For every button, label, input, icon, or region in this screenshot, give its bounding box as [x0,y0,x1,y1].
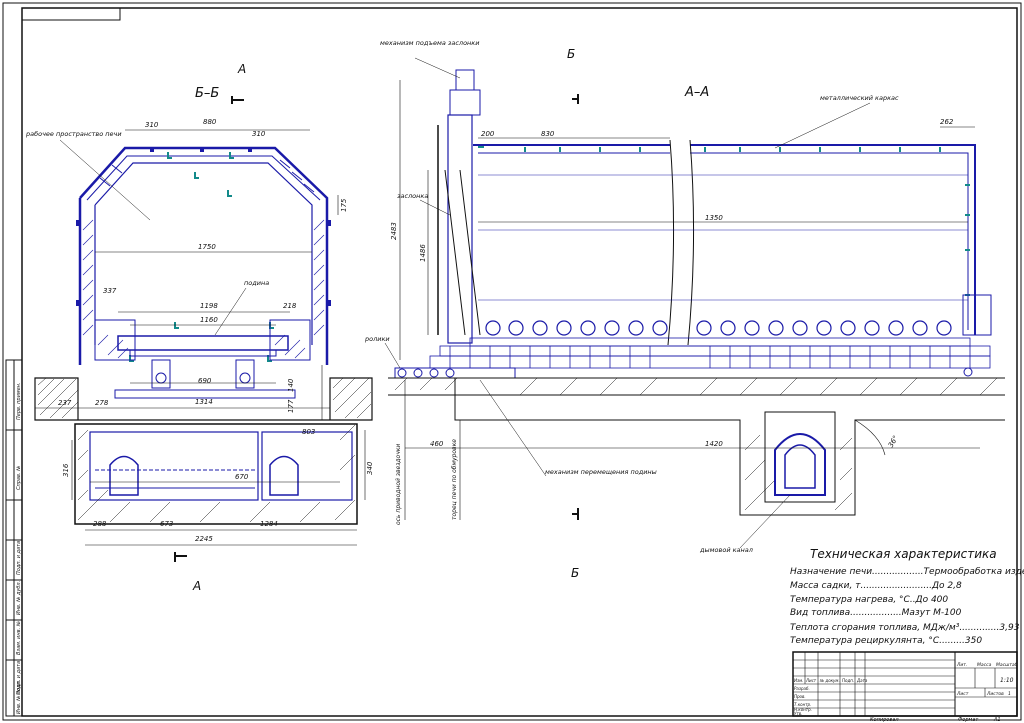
label-frame: металлический каркас [820,94,899,102]
stamp-row-2: Лист [805,678,817,683]
spec-title: Техническая характеристика [810,547,997,561]
label-axis1: ось приводной звездочки [395,444,402,525]
dim-1284: 1284 [260,520,278,528]
dim-288: 288 [93,520,107,528]
dim-690: 690 [198,377,212,385]
label-damper: заслонка [397,192,428,200]
dim-803: 803 [302,428,315,436]
stamp-col-lit: Лит. [956,662,967,668]
dim-177: 177 [287,399,295,413]
label-work-space: рабочее пространство печи [25,130,122,138]
dim-1198: 1198 [200,302,218,310]
dim-278: 278 [95,399,109,407]
side-label-4: Инв. № дубл. [16,581,22,615]
stamp-row-6: Разраб. [794,686,810,691]
stamp-copied: Копировал [870,717,899,723]
label-hearth: подина [244,279,269,287]
dim-337: 337 [103,287,117,295]
side-strip: Перв. примен. Справ. № Подп. и дата Инв.… [5,359,23,717]
stamp-row-7: Пров. [794,694,806,699]
label-move: механизм перемещения подины [545,468,657,476]
spec-row-3: Температура нагрева, °С..До 400 [790,595,948,605]
dim-1420: 1420 [705,440,723,448]
stamp-sheet: Лист [956,691,969,697]
dim-1160: 1160 [200,316,218,324]
dim-262: 262 [940,118,954,126]
dim-340: 340 [366,461,374,475]
spec-row-2: Масса садки, т.........................Д… [790,581,962,591]
dim-310-right: 310 [252,130,266,138]
section-b-b: Б–Б А А 310 880 310 175 1750 337 1198 21… [25,62,374,593]
spec-row-4: Вид топлива..................Мазут М-100 [790,608,962,618]
dim-1750: 1750 [198,243,216,251]
dim-673: 673 [160,520,173,528]
view-title-bb: Б–Б [195,86,219,101]
tech-spec: Техническая характеристика Назначение пе… [790,547,1024,646]
dim-1350: 1350 [705,214,723,222]
side-label-2: Справ. № [16,466,22,490]
stamp-row-10: Утв. [794,711,802,716]
dim-460: 460 [430,440,444,448]
side-label-3: Подп. и дата [16,541,22,575]
dim-237: 237 [58,399,72,407]
top-left-stamp [21,7,121,21]
dim-310-left: 310 [145,121,159,129]
spec-row-6: Температура рециркулянта, °С.........350 [790,636,982,646]
view-title-aa: А–А [684,85,709,100]
stamp-format: Формат [958,717,979,723]
drawing-sheet: Перв. примен. Справ. № Подп. и дата Инв.… [2,2,1024,723]
side-label-5: Взам. инв. № [16,621,22,655]
dim-2483: 2483 [390,222,398,240]
tube-row [485,320,952,336]
dim-880: 880 [203,118,217,126]
dim-830: 830 [541,130,555,138]
stamp-scale-value: 1:10 [1000,677,1014,684]
stamp-row-1: Изм. [794,678,803,683]
side-label-1: Перв. примен. [16,382,22,420]
dim-218: 218 [283,302,297,310]
dim-670: 670 [235,473,249,481]
side-label-7: Инв. № подл. [16,680,22,715]
dim-1486: 1486 [419,244,427,262]
dim-36deg: 36° [887,434,900,449]
label-flue: дымовой канал [699,546,753,554]
section-a-a: А–А Б Б 200 830 262 2483 1486 1350 460 1… [364,39,1005,580]
label-rollers: ролики [364,335,390,343]
dim-1314: 1314 [195,398,213,406]
dim-200: 200 [481,130,495,138]
cut-label-b-top: Б [567,47,575,61]
stamp-row-5: Дата [856,678,868,683]
spec-row-1: Назначение печи..................Термооб… [790,567,1024,577]
title-block-text: Изм. Лист № докум. Подп. Дата Разраб. Пр… [794,662,1018,723]
label-axis2: торец печи по обмуровке [451,439,458,520]
stamp-sheets-count: 1 [1008,691,1011,697]
stamp-col-scale: Масштаб [996,662,1018,668]
stamp-row-4: Подп. [842,678,854,683]
cut-label-b-bottom: Б [571,566,579,580]
stamp-format-value: А1 [993,717,1001,723]
stamp-row-3: № докум. [819,678,840,683]
title-block [792,651,1018,717]
dim-175: 175 [340,198,348,212]
cut-label-a-top: А [237,62,246,76]
stamp-col-mass: Масса [977,662,992,668]
spec-row-5: Теплота сгорания топлива, МДж/м³........… [790,623,1020,633]
dim-316: 316 [62,463,70,477]
cut-label-a-bottom: А [192,579,201,593]
dim-140: 140 [287,378,295,392]
dim-2245: 2245 [195,535,213,543]
stamp-sheets: Листов [986,691,1004,697]
label-lift: механизм подъема заслонки [380,39,479,47]
